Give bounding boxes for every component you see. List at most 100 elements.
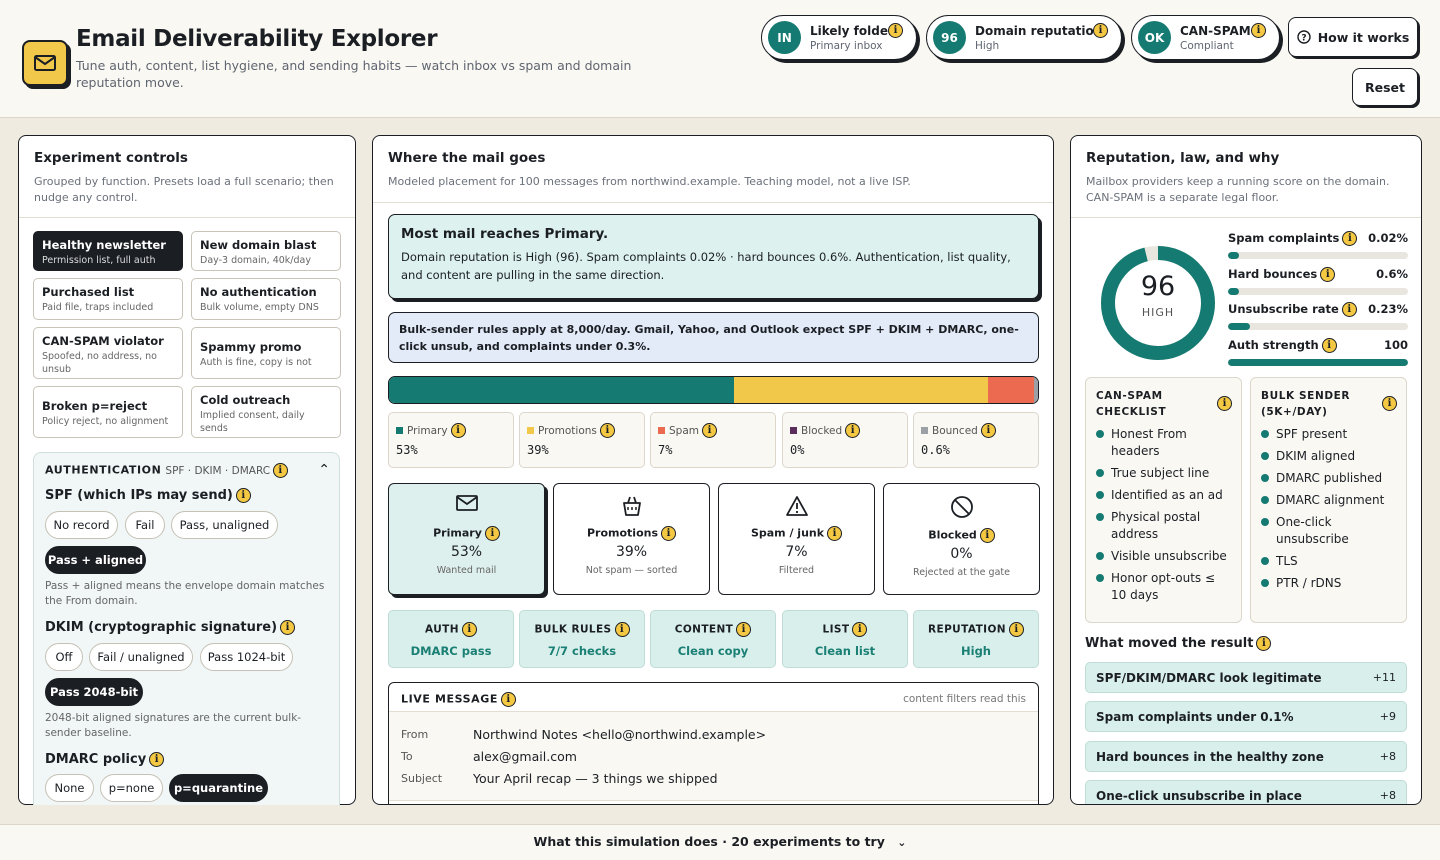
bar-segment-bounced — [1034, 377, 1038, 403]
dmarc-option-p-quarantine[interactable]: p=quarantine — [169, 774, 268, 802]
info-icon[interactable]: i — [661, 526, 677, 541]
likely-folder-pill[interactable]: IN Likely folder Primary inbox i — [761, 15, 917, 60]
dmarc-option-p-none[interactable]: p=none — [100, 774, 163, 802]
stat-value: 0% — [790, 443, 805, 457]
stat-value: 53% — [396, 443, 418, 457]
factor-item[interactable]: Hard bounces in the healthy zone +8 — [1085, 741, 1407, 772]
panel-subtitle: Modeled placement for 100 messages from … — [388, 175, 911, 188]
preset-purchased-list[interactable]: Purchased list Paid file, traps included — [33, 278, 183, 320]
preset-desc: Auth is fine, copy is not — [200, 357, 312, 368]
info-icon[interactable]: i — [614, 622, 630, 637]
metric-fill — [1228, 288, 1239, 295]
folder-card-blocked[interactable]: Blocked i 0% Rejected at the gate — [883, 483, 1040, 595]
dkim-option-fail-unaligned[interactable]: Fail / unaligned — [89, 643, 193, 671]
reset-button[interactable]: Reset — [1352, 68, 1418, 106]
folder-card-promotions[interactable]: Promotions i 39% Not spam — sorted — [553, 483, 710, 595]
info-icon[interactable]: i — [852, 622, 868, 637]
preset-broken-p-reject[interactable]: Broken p=reject Policy reject, no alignme… — [33, 386, 183, 438]
factor-reputation[interactable]: REPUTATION i High — [913, 610, 1039, 668]
dkim-option-pass-2048[interactable]: Pass 2048-bit — [45, 678, 143, 706]
preset-healthy-newsletter[interactable]: Healthy newsletter Permission list, full … — [33, 231, 183, 271]
factor-item[interactable]: SPF/DKIM/DMARC look legitimate +11 — [1085, 662, 1407, 693]
info-icon[interactable]: i — [599, 423, 615, 438]
spf-option-pass-aligned[interactable]: Pass + aligned — [45, 546, 146, 574]
app-logo — [22, 40, 68, 86]
checklist-item: One-click unsubscribe — [1261, 514, 1396, 548]
spf-label-text: SPF (which IPs may send) — [45, 488, 233, 503]
info-icon[interactable]: i — [845, 423, 861, 438]
spf-option-fail[interactable]: Fail — [125, 511, 165, 539]
factor-item[interactable]: One-click unsubscribe in place +8 — [1085, 780, 1407, 804]
preset-no-authentication[interactable]: No authentication Bulk volume, empty DNS — [191, 278, 341, 320]
info-icon[interactable]: i — [450, 423, 466, 438]
info-icon[interactable]: i — [1093, 23, 1108, 38]
info-icon[interactable]: i — [702, 423, 717, 438]
folder-value: 7% — [785, 544, 808, 560]
info-icon[interactable]: i — [1382, 396, 1397, 411]
live-message: LIVE MESSAGE i content filters read this … — [388, 682, 1039, 804]
info-icon[interactable]: i — [1251, 23, 1266, 38]
pill-badge: 96 — [933, 21, 966, 54]
subject-value: Your April recap — 3 things we shipped — [473, 771, 718, 786]
preset-cold-outreach[interactable]: Cold outreach Implied consent, daily send… — [191, 386, 341, 438]
info-icon[interactable]: i — [827, 526, 843, 541]
factor-name: REPUTATION — [928, 623, 1006, 636]
info-icon[interactable]: i — [979, 528, 995, 543]
folder-card-spam[interactable]: Spam / junk i 7% Filtered — [718, 483, 875, 595]
spf-option-no-record[interactable]: No record — [45, 511, 118, 539]
factor-label: SPF/DKIM/DMARC look legitimate — [1096, 670, 1322, 685]
info-icon[interactable]: i — [1217, 396, 1232, 411]
info-icon[interactable]: i — [1342, 231, 1358, 246]
spf-hint: Pass + aligned means the envelope domain… — [45, 580, 325, 607]
domain-reputation-pill[interactable]: 96 Domain reputation High i — [926, 15, 1122, 60]
factor-auth[interactable]: AUTH i DMARC pass — [388, 610, 514, 668]
dkim-option-off[interactable]: Off — [45, 643, 83, 671]
info-icon[interactable]: i — [888, 23, 903, 38]
chevron-up-icon[interactable]: ⌃ — [318, 462, 330, 478]
info-icon[interactable]: i — [1321, 338, 1337, 353]
panel-subtitle: Mailbox providers keep a running score o… — [1086, 175, 1390, 204]
checklist-item: Visible unsubscribe — [1096, 548, 1231, 565]
factor-list[interactable]: LIST i Clean list — [782, 610, 908, 668]
checklist-item: Honest From headers — [1096, 426, 1231, 460]
dkim-option-pass-1024[interactable]: Pass 1024-bit — [200, 643, 293, 671]
info-icon[interactable]: i — [461, 622, 477, 637]
can-spam-pill[interactable]: OK CAN-SPAM Compliant i — [1131, 15, 1280, 60]
dkim-label-text: DKIM (cryptographic signature) — [45, 620, 278, 635]
info-icon[interactable]: i — [736, 622, 752, 637]
info-icon[interactable]: i — [235, 488, 251, 503]
stat-name: Primary — [407, 424, 448, 437]
info-icon[interactable]: i — [273, 463, 289, 478]
preset-name: New domain blast — [200, 238, 317, 252]
pill-badge: OK — [1138, 21, 1171, 54]
checklist-item: PTR / rDNS — [1261, 575, 1396, 592]
info-icon[interactable]: i — [1008, 622, 1024, 637]
simulation-footer-toggle[interactable]: What this simulation does · 20 experimen… — [0, 824, 1440, 860]
preset-spammy-promo[interactable]: Spammy promo Auth is fine, copy is not — [191, 327, 341, 379]
svg-text:?: ? — [1301, 34, 1306, 44]
dmarc-option-none[interactable]: None — [45, 774, 94, 802]
blocked-icon — [950, 496, 973, 518]
how-it-works-button[interactable]: ? How it works — [1288, 17, 1418, 57]
stat-value: 0.6% — [921, 443, 950, 457]
preset-new-domain-blast[interactable]: New domain blast Day-3 domain, 40k/day — [191, 231, 341, 271]
factor-content[interactable]: CONTENT i Clean copy — [650, 610, 776, 668]
info-icon[interactable]: i — [1341, 302, 1357, 317]
spf-option-pass-unaligned[interactable]: Pass, unaligned — [171, 511, 278, 539]
info-icon[interactable]: i — [980, 423, 996, 438]
info-icon[interactable]: i — [501, 692, 517, 707]
folder-card-primary[interactable]: Primary i 53% Wanted mail — [388, 483, 545, 595]
info-icon[interactable]: i — [1256, 636, 1272, 651]
stat-bounced: Bounced i 0.6% — [913, 412, 1039, 468]
factor-label: Spam complaints under 0.1% — [1096, 709, 1294, 724]
info-icon[interactable]: i — [149, 752, 165, 767]
info-icon[interactable]: i — [484, 526, 500, 541]
dmarc-label: DMARC policy i — [45, 752, 165, 767]
preset-can-spam-violator[interactable]: CAN-SPAM violator Spoofed, no address, no… — [33, 327, 183, 379]
section-heading[interactable]: AUTHENTICATION SPF · DKIM · DMARC i — [45, 463, 289, 478]
info-icon[interactable]: i — [1320, 267, 1336, 282]
info-icon[interactable]: i — [280, 620, 296, 635]
factor-item[interactable]: Spam complaints under 0.1% +9 — [1085, 701, 1407, 732]
factor-bulk-rules[interactable]: BULK RULES i 7/7 checks — [519, 610, 645, 668]
factor-points: +8 — [1379, 750, 1396, 763]
